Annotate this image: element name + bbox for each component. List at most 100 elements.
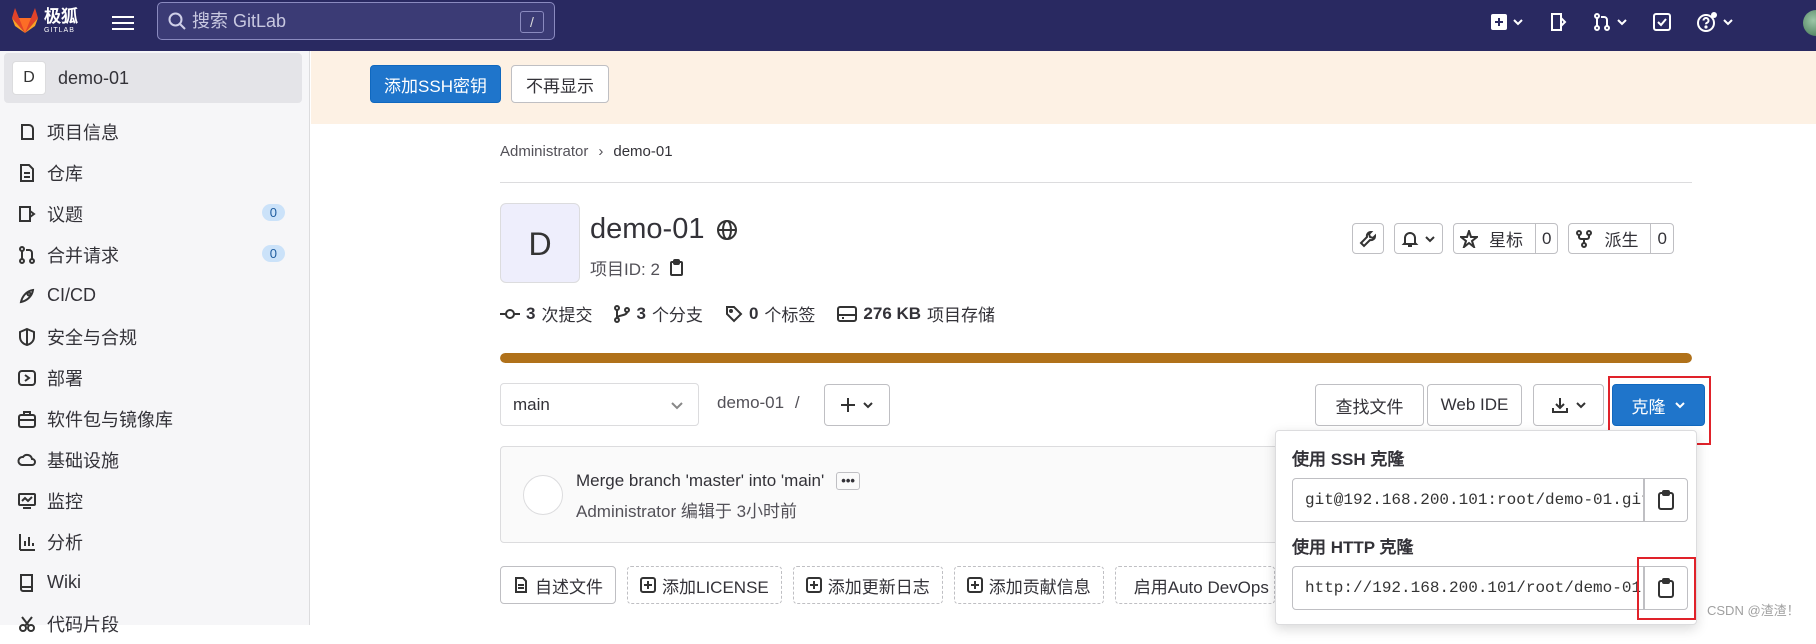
project-id-label: 项目ID: 2: [590, 260, 660, 279]
fork-button[interactable]: 派生 0: [1568, 223, 1674, 254]
sidebar-item-infrastructure[interactable]: 基础设施: [0, 439, 310, 480]
create-new-button[interactable]: [1490, 8, 1524, 36]
breadcrumb-current[interactable]: demo-01: [613, 143, 672, 160]
web-ide-button[interactable]: Web IDE: [1427, 384, 1522, 426]
tags-count: 0: [748, 303, 759, 323]
branches-stat[interactable]: 3 个分支: [614, 301, 703, 326]
sidebar-item-deployments[interactable]: 部署: [0, 357, 310, 398]
sidebar-item-label: CI/CD: [47, 285, 96, 305]
sidebar-item-merge-requests[interactable]: 合并请求 0: [0, 234, 310, 275]
find-file-button[interactable]: 查找文件: [1315, 384, 1424, 426]
copy-ssh-url-button[interactable]: [1644, 478, 1688, 522]
fork-icon: [1576, 229, 1593, 248]
monitor-icon: [18, 492, 36, 509]
sidebar-project-header[interactable]: D demo-01: [4, 53, 302, 103]
fork-count[interactable]: 0: [1650, 224, 1672, 253]
settings-button[interactable]: [1352, 223, 1384, 254]
sidebar-item-snippets[interactable]: 代码片段: [0, 603, 310, 644]
search-box[interactable]: /: [157, 2, 555, 40]
commit-time: 编辑于 3小时前: [680, 502, 798, 521]
star-count[interactable]: 0: [1535, 224, 1557, 253]
search-input[interactable]: [192, 10, 492, 32]
clone-button[interactable]: 克隆: [1612, 384, 1705, 426]
commit-author[interactable]: Administrator: [576, 502, 676, 521]
breadcrumb-root[interactable]: Administrator: [500, 143, 588, 160]
merge-request-icon: [1594, 13, 1610, 31]
sidebar-item-label: 合并请求: [47, 245, 119, 266]
add-to-tree-dropdown[interactable]: [824, 384, 890, 426]
sidebar-item-label: 基础设施: [47, 450, 119, 471]
breadcrumb-chevron-icon: ›: [598, 143, 604, 160]
sidebar-item-issues[interactable]: 议题 0: [0, 193, 310, 234]
sidebar-item-monitor[interactable]: 监控: [0, 480, 310, 521]
commit-icon: [500, 308, 520, 319]
sidebar-item-packages[interactable]: 软件包与镜像库: [0, 398, 310, 439]
todos-nav-button[interactable]: [1652, 8, 1672, 36]
sidebar-item-wiki[interactable]: Wiki: [0, 562, 310, 603]
sidebar-item-analytics[interactable]: 分析: [0, 521, 310, 562]
chevron-down-icon: [1674, 402, 1685, 409]
chip-label: 添加贡献信息: [988, 577, 1091, 597]
sidebar-item-label: 仓库: [47, 163, 83, 184]
chevron-down-icon: [671, 401, 683, 409]
star-button[interactable]: 星标 0: [1453, 223, 1559, 254]
ssh-clone-title: 使用 SSH 克隆: [1292, 450, 1405, 469]
add-ssh-key-button[interactable]: 添加SSH密钥: [370, 65, 501, 103]
user-avatar[interactable]: [1803, 10, 1816, 36]
issues-icon: [19, 205, 36, 222]
sidebar-item-project-info[interactable]: 项目信息: [0, 111, 310, 152]
book-icon: [20, 573, 33, 592]
help-nav-button[interactable]: [1696, 8, 1734, 36]
ssh-clone-url-field[interactable]: [1292, 478, 1644, 522]
sidebar-item-label: 项目信息: [47, 122, 119, 143]
gitlab-logo[interactable]: 极狐 GITLAB: [10, 6, 78, 34]
plus-square-icon: [1491, 14, 1507, 30]
commit-message[interactable]: Merge branch 'master' into 'main': [576, 471, 824, 491]
project-avatar: D: [12, 61, 46, 95]
wrench-icon: [1359, 230, 1376, 247]
sidebar-item-security[interactable]: 安全与合规: [0, 316, 310, 357]
add-changelog-chip[interactable]: 添加更新日志: [792, 566, 943, 604]
file-icon: [515, 577, 527, 593]
search-icon: [168, 12, 186, 30]
storage-usage-bar-fill: [500, 353, 1692, 363]
commits-count: 3: [526, 303, 536, 323]
page-title: demo-01: [590, 213, 738, 246]
storage-stat[interactable]: 276 KB 项目存储: [837, 301, 995, 326]
readme-chip[interactable]: 自述文件: [500, 566, 616, 604]
top-navbar: 极狐 GITLAB /: [0, 0, 1816, 51]
add-license-chip[interactable]: 添加LICENSE: [627, 566, 782, 604]
storage-size: 276 KB: [863, 303, 922, 323]
tags-stat[interactable]: 0 个标签: [725, 301, 815, 326]
storage-label: 项目存储: [927, 306, 996, 325]
clone-button-label: 克隆: [1631, 397, 1666, 417]
star-label: 星标: [1489, 231, 1523, 250]
menu-icon[interactable]: [112, 12, 134, 34]
sidebar-item-repository[interactable]: 仓库: [0, 152, 310, 193]
last-commit-panel: Merge branch 'master' into 'main' ••• Ad…: [500, 446, 1280, 543]
merge-requests-nav-button[interactable]: [1592, 8, 1628, 36]
breadcrumb: Administrator › demo-01: [500, 143, 673, 160]
sidebar-item-label: 议题: [47, 204, 83, 225]
sidebar-item-label: Wiki: [47, 572, 81, 592]
chevron-down-icon: [1513, 19, 1523, 26]
copy-icon[interactable]: [668, 258, 686, 277]
repo-path-name[interactable]: demo-01: [717, 393, 784, 412]
fork-label: 派生: [1604, 231, 1639, 250]
http-clone-url-field[interactable]: [1292, 566, 1644, 610]
quick-actions: 自述文件 添加LICENSE 添加更新日志 添加贡献信息 启用Auto DevO…: [500, 566, 1275, 604]
copy-http-url-button[interactable]: [1644, 566, 1688, 610]
sidebar-item-cicd[interactable]: CI/CD: [0, 275, 310, 316]
add-contributing-chip[interactable]: 添加贡献信息: [953, 566, 1104, 604]
notifications-dropdown[interactable]: [1394, 223, 1443, 254]
commit-author-avatar[interactable]: [523, 475, 563, 515]
issues-nav-button[interactable]: [1548, 8, 1568, 36]
more-icon[interactable]: •••: [836, 472, 860, 490]
download-dropdown[interactable]: [1533, 384, 1604, 426]
commits-stat[interactable]: 3 次提交: [500, 301, 592, 326]
clone-dropdown-panel: 使用 SSH 克隆 使用 HTTP 克隆: [1275, 430, 1697, 625]
enable-auto-devops-chip[interactable]: 启用Auto DevOps: [1114, 566, 1275, 604]
plus-square-icon: [805, 577, 822, 593]
branch-selector[interactable]: main: [500, 383, 699, 426]
dont-show-again-button[interactable]: 不再显示: [511, 65, 609, 103]
